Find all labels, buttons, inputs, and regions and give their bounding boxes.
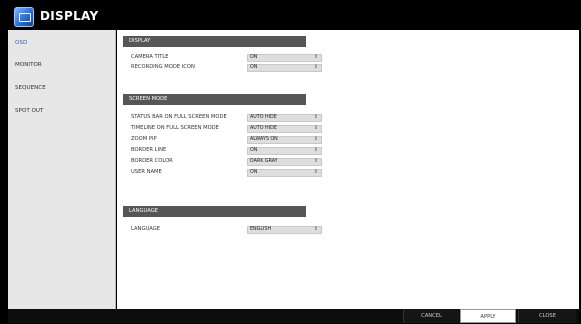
settings-panel: DISPLAY CAMERA TITLE ON ⇕ RECORDING MODE… [117,30,579,309]
updown-arrows-icon: ⇕ [313,169,318,175]
user-name-select[interactable]: ON ⇕ [247,169,322,177]
camera-title-label: CAMERA TITLE [131,54,169,60]
display-settings-window: DISPLAY OSD MONITOR SEQUENCE SPOT OUT DI… [0,0,581,323]
updown-arrows-icon: ⇕ [313,114,318,120]
recording-mode-icon-label: RECORDING MODE ICON [131,64,195,70]
updown-arrows-icon: ⇕ [313,64,318,70]
timeline-full-screen-select[interactable]: AUTO HIDE ⇕ [247,125,322,133]
updown-arrows-icon: ⇕ [313,54,318,60]
zoom-pip-select[interactable]: ALWAYS ON ⇕ [247,136,322,144]
updown-arrows-icon: ⇕ [313,125,318,131]
user-name-label: USER NAME [131,169,162,175]
updown-arrows-icon: ⇕ [313,136,318,142]
section-header-display: DISPLAY [123,36,306,47]
border-line-label: BORDER LINE [131,147,167,153]
status-bar-full-screen-select[interactable]: AUTO HIDE ⇕ [247,114,322,122]
sidebar-item-osd[interactable]: OSD [8,34,115,52]
updown-arrows-icon: ⇕ [313,147,318,153]
border-color-label: BORDER COLOR [131,158,173,164]
recording-mode-icon-select[interactable]: ON ⇕ [247,64,322,72]
border-color-select[interactable]: DARK GRAY ⇕ [247,158,322,166]
updown-arrows-icon: ⇕ [313,226,318,232]
sidebar: OSD MONITOR SEQUENCE SPOT OUT [8,30,116,309]
language-select[interactable]: ENGLISH ⇕ [247,226,322,234]
timeline-full-screen-label: TIMELINE ON FULL SCREEN MODE [131,125,219,131]
display-monitor-icon [14,7,34,27]
section-header-language: LANGUAGE [123,206,306,217]
status-bar-full-screen-label: STATUS BAR ON FULL SCREEN MODE [131,114,227,120]
window-title: DISPLAY [40,9,99,23]
sidebar-item-sequence[interactable]: SEQUENCE [8,79,115,97]
zoom-pip-label: ZOOM PIP [131,136,157,142]
sidebar-item-monitor[interactable]: MONITOR [8,56,115,74]
apply-button[interactable]: APPLY [460,309,516,323]
sidebar-item-spot-out[interactable]: SPOT OUT [8,102,115,120]
title-bar: DISPLAY [8,4,579,30]
border-line-select[interactable]: ON ⇕ [247,147,322,155]
language-label: LANGUAGE [131,226,161,232]
updown-arrows-icon: ⇕ [313,158,318,164]
section-header-screen-mode: SCREEN MODE [123,94,306,105]
close-button[interactable]: CLOSE [518,309,576,323]
camera-title-select[interactable]: ON ⇕ [247,54,322,62]
cancel-button[interactable]: CANCEL [403,309,459,323]
